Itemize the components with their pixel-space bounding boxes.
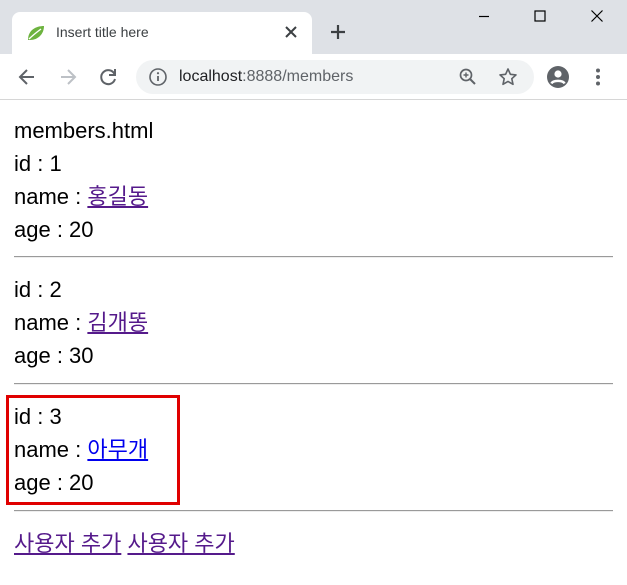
url-path: :8888/members — [242, 68, 354, 85]
member-name-link[interactable]: 홍길동 — [87, 184, 148, 209]
footer-links: 사용자 추가 사용자 추가 — [14, 527, 235, 560]
highlight-box — [6, 395, 180, 505]
forward-arrow-icon[interactable] — [56, 65, 80, 89]
member-id-line: id : 1 — [14, 147, 614, 180]
divider — [14, 256, 613, 258]
page-heading: members.html — [14, 118, 154, 143]
member-age-line: age : 20 — [14, 213, 614, 246]
maximize-icon[interactable] — [530, 6, 550, 26]
star-icon[interactable] — [498, 67, 518, 87]
browser-tab[interactable]: Insert title here — [12, 12, 312, 54]
close-icon[interactable] — [282, 23, 300, 41]
back-arrow-icon[interactable] — [15, 65, 39, 89]
account-icon[interactable] — [546, 65, 570, 89]
kebab-menu-icon[interactable] — [586, 65, 610, 89]
spring-leaf-icon — [28, 26, 44, 40]
member-id: 2 — [49, 277, 62, 302]
url-text: localhost:8888/members — [179, 68, 353, 86]
member-name-link[interactable]: 김개똥 — [87, 310, 148, 335]
member-id: 1 — [49, 151, 62, 176]
browser-toolbar: localhost:8888/members — [0, 54, 627, 100]
age-label: age : — [14, 343, 70, 368]
info-icon[interactable] — [148, 67, 168, 87]
reload-icon[interactable] — [96, 65, 120, 89]
divider — [14, 383, 613, 385]
member-name-line: name : 김개똥 — [14, 306, 614, 339]
member-name-line: name : 홍길동 — [14, 180, 614, 213]
url-host: localhost — [179, 68, 243, 85]
add-user-link[interactable]: 사용자 추가 — [127, 531, 234, 556]
tab-title: Insert title here — [56, 24, 149, 40]
id-label: id : — [14, 151, 50, 176]
window-close-icon[interactable] — [587, 6, 607, 26]
age-label: age : — [14, 217, 70, 242]
plus-icon[interactable] — [326, 20, 350, 44]
member-age: 20 — [69, 217, 94, 242]
name-label: name : — [14, 184, 88, 209]
id-label: id : — [14, 277, 50, 302]
member-id-line: id : 2 — [14, 273, 614, 306]
address-bar[interactable]: localhost:8888/members — [136, 60, 534, 94]
member-age-line: age : 30 — [14, 339, 614, 372]
add-user-link[interactable]: 사용자 추가 — [14, 531, 121, 556]
name-label: name : — [14, 310, 88, 335]
zoom-icon[interactable] — [458, 67, 478, 87]
member-age: 30 — [69, 343, 94, 368]
divider — [14, 510, 613, 512]
minimize-icon[interactable] — [474, 6, 494, 26]
tab-strip: Insert title here — [0, 0, 627, 54]
